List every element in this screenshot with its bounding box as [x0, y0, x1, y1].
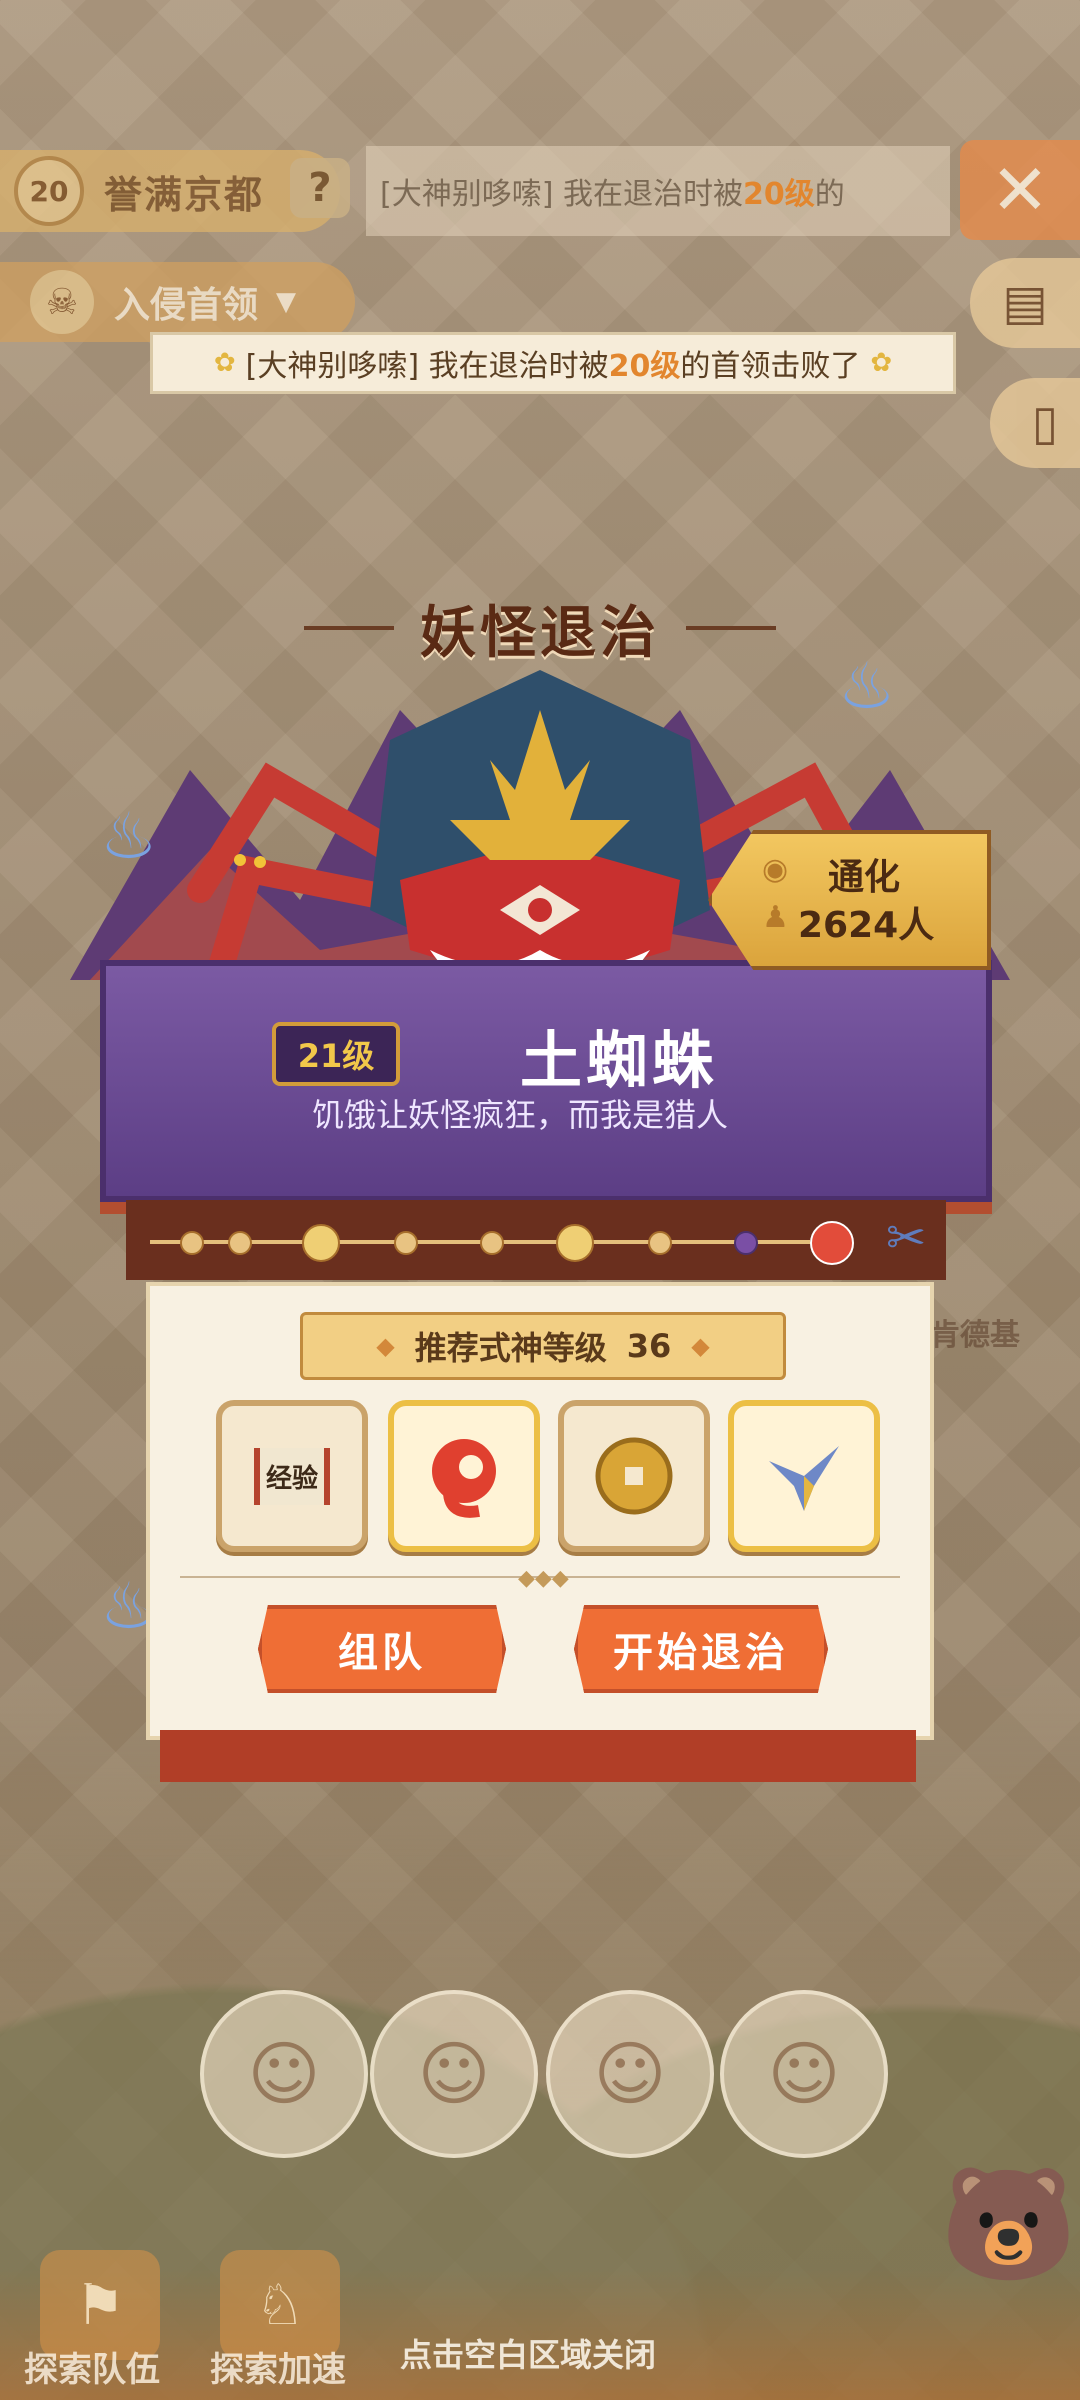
close-hint: 点击空白区域关闭: [400, 2336, 657, 2374]
panel-base: [160, 1730, 916, 1782]
progress-node: [480, 1231, 504, 1255]
progress-node: [180, 1231, 204, 1255]
top-ticker-prefix: [大神别哆嗦] 我在退治时被: [380, 177, 743, 212]
location-player-count: 2624人: [798, 905, 935, 946]
city-name: 誉满京都: [104, 172, 265, 217]
log-icon[interactable]: ▤: [970, 258, 1080, 348]
reward-exp[interactable]: 经验: [216, 1400, 368, 1552]
red-magatama-icon: [810, 1221, 854, 1265]
ghost-fire-icon: ♨: [100, 800, 158, 874]
team-avatar[interactable]: ☺: [370, 1990, 538, 2158]
location-pin-icon: ◉: [762, 852, 789, 887]
reward-coin[interactable]: [558, 1400, 710, 1552]
flower-icon: ✿: [213, 348, 236, 378]
announcement-highlight: 20级: [608, 349, 681, 384]
team-avatar[interactable]: ☺: [200, 1990, 368, 2158]
team-button[interactable]: 组队: [258, 1605, 506, 1693]
progress-node-reward: [302, 1224, 340, 1262]
top-ticker-suffix: 的: [814, 177, 845, 212]
ghost-fire-icon: ♨: [838, 650, 896, 724]
close-icon[interactable]: ✕: [960, 140, 1080, 240]
top-ticker: [大神别哆嗦] 我在退治时被 20级的: [366, 146, 950, 236]
divider-ornament: ◆◆◆: [518, 1566, 569, 1591]
red-magatama-icon: [432, 1439, 496, 1518]
recommended-label: 推荐式神等级: [414, 1329, 607, 1367]
title-ornament-right: [686, 626, 776, 630]
gold-coin-icon: [595, 1437, 673, 1515]
recommended-level-bar: ◆ 推荐式神等级 36 ◆: [300, 1312, 786, 1380]
boss-filter-label: 入侵首领: [114, 285, 259, 326]
mascot-bear-icon: 🐻: [940, 2160, 1077, 2288]
boss-face-icon: ☠: [30, 270, 94, 334]
paper-crane-icon: [769, 1446, 839, 1511]
boss-level-badge: 21级: [272, 1022, 400, 1086]
paper-crane-icon: ✂: [886, 1210, 927, 1266]
team-avatar[interactable]: ☺: [546, 1990, 714, 2158]
card-icon[interactable]: ▯: [990, 378, 1080, 468]
player-count-icon: ♟: [762, 900, 789, 935]
speed-up-label[interactable]: 探索加速: [210, 2342, 346, 2391]
team-avatar[interactable]: ☺: [720, 1990, 888, 2158]
chevron-down-icon: ▼: [276, 287, 297, 317]
start-button[interactable]: 开始退治: [574, 1605, 828, 1693]
reward-magatama[interactable]: [388, 1400, 540, 1552]
level-badge: 20: [14, 156, 84, 226]
progress-node-current: [734, 1231, 758, 1255]
exp-scroll-icon: 经验: [253, 1447, 330, 1505]
announcement-banner: ✿ [大神别哆嗦] 我在退治时被 20级 的首领击败了 ✿: [150, 332, 956, 394]
flower-icon: ✿: [870, 348, 893, 378]
boss-filter-dropdown[interactable]: ☠ 入侵首领 ▼: [0, 262, 355, 342]
progress-node: [228, 1231, 252, 1255]
diamond-icon: ◆: [376, 1332, 395, 1360]
reward-crane[interactable]: [728, 1400, 880, 1552]
location-city: 通化: [828, 857, 901, 898]
progress-node: [648, 1231, 672, 1255]
question-icon[interactable]: ?: [290, 158, 350, 218]
background-shop-label: 肯德基: [930, 1318, 1020, 1353]
boss-name: 土蜘蛛: [520, 1024, 719, 1097]
announcement-suffix: 的首领击败了: [680, 349, 861, 384]
boss-quote: 饥饿让妖怪疯狂，而我是猎人: [312, 1096, 729, 1134]
city-level-pill: 20 誉满京都: [0, 150, 340, 232]
top-ticker-level: 20级: [742, 177, 815, 212]
team-explore-label[interactable]: 探索队伍: [24, 2342, 160, 2391]
diamond-icon: ◆: [691, 1332, 710, 1360]
progress-node: [394, 1231, 418, 1255]
announcement-prefix: [大神别哆嗦] 我在退治时被: [245, 349, 609, 384]
progress-node-reward: [556, 1224, 594, 1262]
recommended-value: 36: [626, 1327, 672, 1365]
title-ornament-left: [304, 626, 394, 630]
